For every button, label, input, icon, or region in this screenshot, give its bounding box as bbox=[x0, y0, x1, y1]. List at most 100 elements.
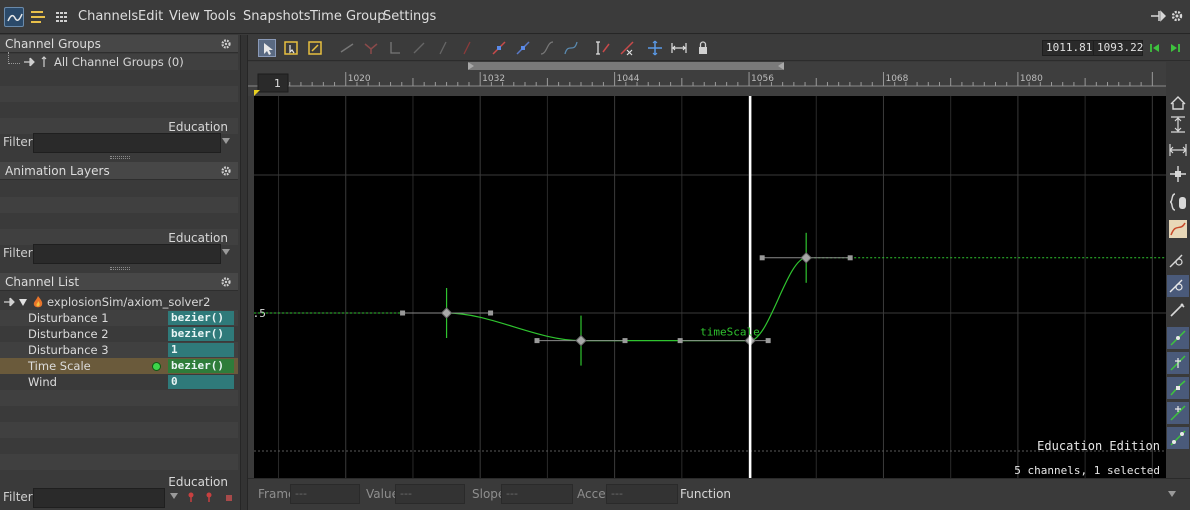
box-edit-icon[interactable] bbox=[306, 39, 324, 57]
menu-channels[interactable]: Channels bbox=[78, 9, 138, 24]
channel-graph[interactable]: 10.50 timeScale Education Edition 5 chan… bbox=[246, 96, 1166, 478]
panel-splitter-handle[interactable] bbox=[110, 267, 130, 270]
channel-value[interactable]: bezier() bbox=[168, 327, 234, 341]
education-edition-label: Education Edition bbox=[1037, 439, 1160, 453]
panel-divider[interactable] bbox=[240, 35, 248, 510]
channel-value[interactable]: 1 bbox=[168, 343, 234, 357]
add-key-icon[interactable] bbox=[490, 39, 508, 57]
jump-start-icon[interactable] bbox=[1146, 39, 1164, 57]
frame-range-end[interactable]: 1093.22 bbox=[1093, 40, 1143, 56]
menu-snapshots[interactable]: Snapshots bbox=[243, 9, 311, 24]
curve-graph-icon[interactable] bbox=[1169, 220, 1187, 238]
close-icon[interactable] bbox=[224, 491, 234, 506]
time-range-slider[interactable] bbox=[468, 62, 784, 70]
delete-key-icon[interactable] bbox=[618, 39, 636, 57]
dopesheet-icon[interactable] bbox=[28, 7, 48, 27]
animation-layers-filter-input[interactable] bbox=[33, 244, 221, 264]
ease-icon[interactable] bbox=[538, 39, 556, 57]
home-icon[interactable] bbox=[1170, 96, 1186, 110]
chevron-down-icon[interactable] bbox=[222, 138, 230, 144]
fit-horizontal-icon[interactable] bbox=[1169, 144, 1187, 156]
graph-mode-1-icon[interactable] bbox=[1167, 327, 1189, 349]
fit-horizontal-icon[interactable] bbox=[670, 39, 688, 57]
key-icon[interactable] bbox=[514, 39, 532, 57]
channel-row-disturbance-1[interactable]: Disturbance 1 bezier() bbox=[0, 310, 238, 326]
graph-mode-3-icon[interactable] bbox=[1167, 377, 1189, 399]
channel-name: Disturbance 2 bbox=[28, 327, 109, 341]
empty-row bbox=[0, 454, 238, 470]
graph-svg: 10.50 timeScale Education Edition 5 chan… bbox=[246, 96, 1166, 478]
jump-end-icon[interactable] bbox=[1166, 39, 1184, 57]
frame-range-start[interactable]: 1011.81 bbox=[1042, 40, 1094, 56]
chevron-down-icon[interactable] bbox=[1168, 491, 1176, 497]
current-frame-box[interactable] bbox=[257, 73, 289, 93]
channel-row-wind[interactable]: Wind 0 bbox=[0, 374, 238, 390]
steep-slope-icon[interactable] bbox=[458, 39, 476, 57]
pen-icon[interactable] bbox=[1170, 303, 1185, 317]
gear-icon[interactable] bbox=[220, 165, 232, 177]
box-select-icon[interactable] bbox=[282, 39, 300, 57]
linear-icon[interactable] bbox=[410, 39, 428, 57]
menu-tools[interactable]: Tools bbox=[204, 9, 236, 24]
node-row[interactable]: explosionSim/axiom_solver2 bbox=[0, 294, 238, 310]
channel-row-disturbance-3[interactable]: Disturbance 3 1 bbox=[0, 342, 238, 358]
frame-field[interactable]: --- bbox=[290, 484, 360, 504]
spreadsheet-icon[interactable] bbox=[52, 7, 72, 27]
tangent-tool-icon[interactable] bbox=[338, 39, 356, 57]
break-tangent-icon[interactable] bbox=[362, 39, 380, 57]
tangent-handle-end bbox=[534, 338, 540, 344]
pin-red-icon[interactable] bbox=[203, 491, 215, 506]
menu-time-group[interactable]: Time Group bbox=[310, 9, 386, 24]
gear-icon[interactable] bbox=[220, 38, 232, 50]
expand-triangle-icon[interactable] bbox=[19, 299, 27, 306]
channel-value[interactable]: bezier() bbox=[168, 311, 234, 325]
slope-icon[interactable] bbox=[434, 39, 452, 57]
graph-mode-4-icon[interactable] bbox=[1167, 402, 1189, 424]
cubic-icon[interactable] bbox=[562, 39, 580, 57]
gear-icon[interactable] bbox=[1170, 9, 1184, 23]
ruler-ticks: 1020 1032 1044 1056 1068 1080 bbox=[278, 72, 1153, 86]
channel-list-filter-input[interactable] bbox=[33, 488, 165, 508]
channel-list-filter: Filter bbox=[0, 487, 238, 509]
pin-icon[interactable] bbox=[3, 296, 15, 311]
slope-field[interactable]: --- bbox=[501, 484, 573, 504]
menu-edit[interactable]: Edit bbox=[138, 9, 163, 24]
eye-pen-active-icon[interactable] bbox=[1167, 275, 1189, 297]
frame-all-icon[interactable] bbox=[646, 39, 664, 57]
pin-icon[interactable] bbox=[23, 56, 35, 71]
lock-icon[interactable] bbox=[694, 39, 712, 57]
fit-vertical-icon[interactable] bbox=[1171, 116, 1185, 133]
scale-handles-icon[interactable] bbox=[594, 39, 612, 57]
value-field[interactable]: --- bbox=[395, 484, 465, 504]
curve-label: timeScale bbox=[700, 326, 760, 339]
channel-editor-app-icon[interactable] bbox=[4, 7, 24, 27]
accel-field[interactable]: --- bbox=[606, 484, 678, 504]
menu-settings[interactable]: Settings bbox=[383, 9, 436, 24]
time-ruler[interactable]: 1020 1032 1044 1056 1068 1080 1 bbox=[248, 62, 1166, 96]
graph-mode-2-icon[interactable] bbox=[1167, 352, 1189, 374]
menu-view[interactable]: View bbox=[169, 9, 200, 24]
list-item[interactable]: All Channel Groups (0) bbox=[0, 52, 238, 71]
selected-channel-indicator bbox=[152, 362, 161, 371]
eye-pen-icon[interactable] bbox=[1169, 254, 1183, 268]
channel-groups-filter-input[interactable] bbox=[33, 133, 221, 153]
chevron-down-icon[interactable] bbox=[222, 249, 230, 255]
channel-value[interactable]: bezier() bbox=[168, 359, 234, 373]
gear-icon[interactable] bbox=[220, 276, 232, 288]
channel-value[interactable]: 0 bbox=[168, 375, 234, 389]
graph-mode-5-icon[interactable] bbox=[1167, 427, 1189, 449]
function-label[interactable]: Function bbox=[680, 487, 731, 501]
key-handles[interactable] bbox=[400, 232, 853, 366]
chevron-down-icon[interactable] bbox=[170, 493, 178, 499]
panel-splitter-handle[interactable] bbox=[110, 156, 130, 159]
pin-red-icon[interactable] bbox=[185, 491, 197, 506]
select-tool-icon[interactable] bbox=[258, 39, 276, 57]
channel-row-time-scale[interactable]: Time Scale bezier() bbox=[0, 358, 238, 374]
flatten-icon[interactable] bbox=[386, 39, 404, 57]
channel-row-disturbance-2[interactable]: Disturbance 2 bezier() bbox=[0, 326, 238, 342]
bracket-icon[interactable] bbox=[1169, 193, 1186, 211]
pin-icon[interactable] bbox=[1150, 9, 1167, 23]
empty-row bbox=[0, 438, 238, 454]
frame-selection-icon[interactable] bbox=[1170, 166, 1186, 182]
right-toolbar bbox=[1166, 62, 1190, 478]
